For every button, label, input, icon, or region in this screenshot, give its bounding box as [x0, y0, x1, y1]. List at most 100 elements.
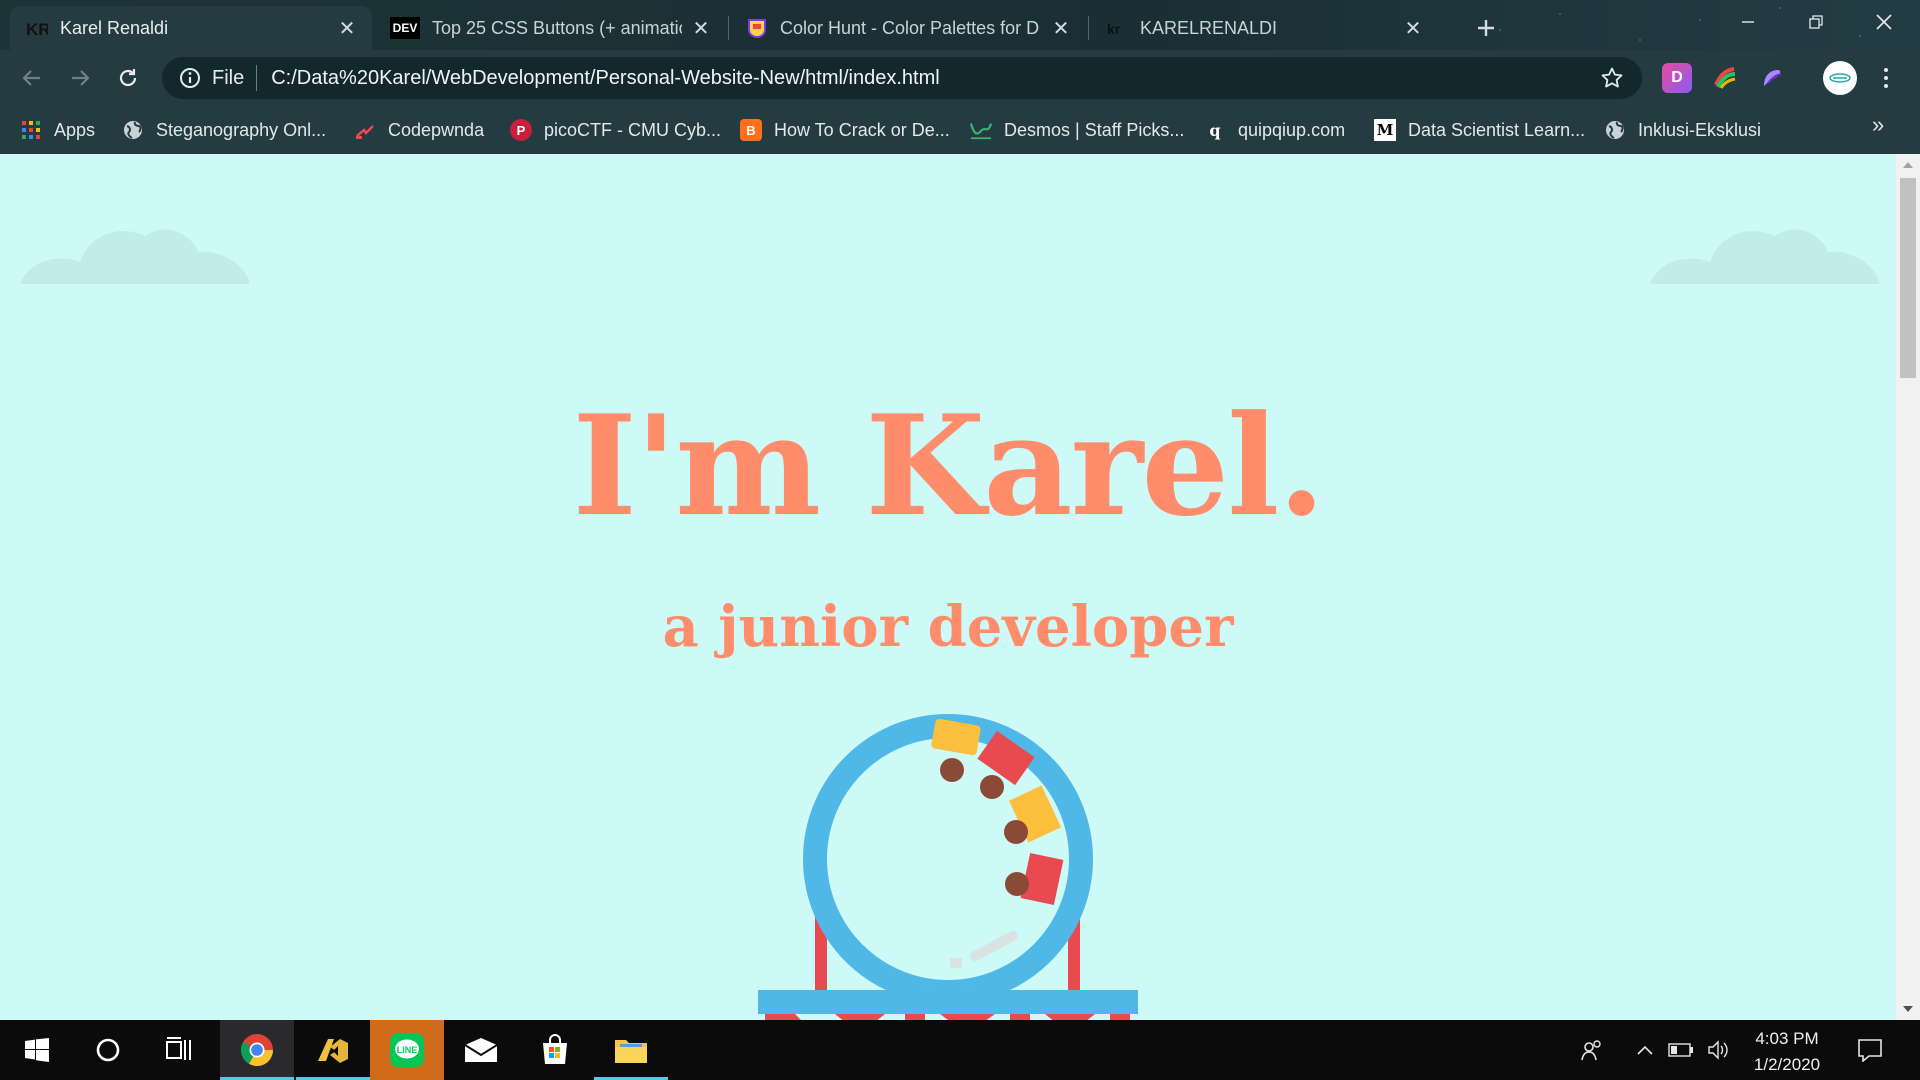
- colorful-extension-icon[interactable]: [1710, 63, 1740, 93]
- task-view-button[interactable]: [142, 1020, 216, 1080]
- picoctf-icon: P: [510, 119, 532, 141]
- tab-separator: [728, 16, 729, 40]
- battery-icon[interactable]: [1664, 1020, 1698, 1080]
- volume-icon[interactable]: [1702, 1020, 1736, 1080]
- bookmark-steganography[interactable]: Steganography Onl...: [122, 114, 326, 146]
- bookmark-label: Steganography Onl...: [156, 119, 327, 140]
- bookmark-label: picoCTF - CMU Cyb...: [544, 119, 722, 140]
- bookmarks-bar: Apps Steganography Onl... Codepwnda P pi…: [0, 106, 1920, 154]
- kr-small-icon: kr: [1106, 17, 1128, 39]
- desmos-icon: [970, 119, 992, 141]
- close-window-button[interactable]: [1850, 0, 1918, 44]
- bookmark-codepwnda[interactable]: Codepwnda: [354, 114, 484, 146]
- coaster-platform: [758, 990, 1138, 1014]
- avatar-icon: [1829, 73, 1851, 83]
- bookmark-inklusi[interactable]: Inklusi-Eksklusi: [1604, 114, 1761, 146]
- minimize-button[interactable]: [1714, 0, 1782, 44]
- coaster-cars: [931, 718, 1064, 906]
- windows-icon: [25, 1038, 49, 1062]
- arrow-left-icon: [22, 70, 40, 86]
- tab-karelrenaldi[interactable]: kr KARELRENALDI ✕: [1090, 6, 1438, 50]
- tab-title: KARELRENALDI: [1140, 17, 1278, 38]
- chevron-up-icon[interactable]: [1630, 1020, 1660, 1080]
- bookmark-label: Desmos | Staff Picks...: [1004, 119, 1185, 140]
- start-button[interactable]: [0, 1020, 74, 1080]
- restore-button[interactable]: [1782, 0, 1850, 44]
- bookmark-apps[interactable]: Apps: [20, 114, 95, 146]
- close-tab-icon[interactable]: ✕: [1050, 17, 1072, 40]
- reload-button[interactable]: [110, 60, 146, 96]
- browser-chrome: KR Karel Renaldi ✕ DEV Top 25 CSS Button…: [0, 0, 1920, 154]
- line-app[interactable]: LINE: [370, 1020, 444, 1080]
- bookmark-label: Data Scientist Learn...: [1408, 119, 1586, 140]
- close-tab-icon[interactable]: ✕: [1402, 17, 1424, 40]
- folder-icon: [615, 1040, 647, 1063]
- clock-time: 4:03 PM: [1755, 1029, 1819, 1048]
- bookmark-quipqiup[interactable]: q quipqiup.com: [1204, 114, 1345, 146]
- tab-title: Color Hunt - Color Palettes for D: [780, 17, 1040, 38]
- bookmarks-overflow-button[interactable]: »: [1872, 112, 1884, 138]
- cloud-left: [20, 229, 250, 284]
- forward-button[interactable]: [62, 60, 98, 96]
- back-button[interactable]: [14, 60, 50, 96]
- bookmark-data-scientist[interactable]: M Data Scientist Learn...: [1374, 114, 1585, 146]
- arrow-right-icon: [72, 70, 90, 86]
- notifications-icon[interactable]: [1848, 1020, 1892, 1080]
- tab-css-buttons[interactable]: DEV Top 25 CSS Buttons (+ animation ✕: [374, 6, 726, 50]
- chrome-icon: [240, 1034, 274, 1067]
- windows-taskbar: LINE 4:03 PM 1/2/2020: [0, 1020, 1920, 1080]
- people-icon[interactable]: [1572, 1020, 1612, 1080]
- page-scrollbar[interactable]: [1896, 154, 1920, 1020]
- file-explorer-app[interactable]: [594, 1020, 668, 1080]
- reload-icon: [119, 69, 137, 87]
- browser-toolbar: File C:/Data%20Karel/WebDevelopment/Pers…: [0, 50, 1920, 106]
- color-hunt-icon: [746, 17, 768, 39]
- chrome-app[interactable]: [220, 1020, 294, 1080]
- scrollbar-thumb[interactable]: [1900, 178, 1916, 378]
- profile-avatar[interactable]: [1823, 61, 1857, 95]
- browser-menu-button[interactable]: [1872, 62, 1900, 94]
- mail-icon: [464, 1038, 498, 1062]
- svg-text:kr: kr: [1107, 21, 1121, 37]
- scroll-up-arrow-icon[interactable]: [1896, 154, 1920, 176]
- dashlane-extension-icon[interactable]: D: [1662, 63, 1692, 93]
- search-button[interactable]: [71, 1020, 145, 1080]
- store-icon: [543, 1034, 567, 1064]
- quipqiup-icon: q: [1209, 120, 1221, 140]
- tab-title: Karel Renaldi: [60, 17, 169, 38]
- apps-grid-icon: [20, 119, 42, 141]
- close-tab-icon[interactable]: ✕: [336, 17, 358, 40]
- tab-title: Top 25 CSS Buttons (+ animation: [432, 17, 682, 38]
- tab-strip: KR Karel Renaldi ✕ DEV Top 25 CSS Button…: [0, 0, 1920, 50]
- tab-karel-renaldi[interactable]: KR Karel Renaldi ✕: [10, 6, 372, 50]
- taskbar-clock[interactable]: 4:03 PM 1/2/2020: [1742, 1026, 1832, 1078]
- roller-coaster-illustration: [758, 714, 1138, 1020]
- svg-text:LINE: LINE: [397, 1045, 418, 1055]
- medium-icon: M: [1374, 119, 1396, 141]
- bookmark-label: quipqiup.com: [1238, 119, 1346, 140]
- clock-date: 1/2/2020: [1753, 1055, 1821, 1074]
- mail-app[interactable]: [444, 1020, 518, 1080]
- hero-subtitle: a junior developer: [662, 594, 1234, 660]
- bookmark-label: Inklusi-Eksklusi: [1638, 119, 1762, 140]
- tab-separator: [1088, 16, 1089, 40]
- url-text[interactable]: C:/Data%20Karel/WebDevelopment/Personal-…: [271, 67, 1596, 90]
- bookmark-desmos[interactable]: Desmos | Staff Picks...: [970, 114, 1184, 146]
- scroll-down-arrow-icon[interactable]: [1896, 998, 1920, 1020]
- close-tab-icon[interactable]: ✕: [690, 17, 712, 40]
- scheme-label: File: [212, 66, 245, 89]
- new-tab-button[interactable]: [1468, 10, 1504, 46]
- tab-color-hunt[interactable]: Color Hunt - Color Palettes for D ✕: [730, 6, 1086, 50]
- kr-logo-icon: KR: [26, 17, 48, 39]
- bookmark-how-to-crack[interactable]: B How To Crack or De...: [740, 114, 950, 146]
- store-app[interactable]: [518, 1020, 592, 1080]
- info-icon[interactable]: [178, 66, 202, 90]
- bookmark-star-icon[interactable]: [1596, 62, 1628, 94]
- address-bar[interactable]: File C:/Data%20Karel/WebDevelopment/Pers…: [162, 57, 1642, 99]
- bookmark-picoctf[interactable]: P picoCTF - CMU Cyb...: [510, 114, 721, 146]
- task-view-icon: [166, 1037, 191, 1060]
- visual-studio-app[interactable]: [296, 1020, 370, 1080]
- hero-title: I'm Karel.: [572, 384, 1325, 547]
- purple-extension-icon[interactable]: [1757, 63, 1787, 93]
- cloud-right: [1650, 229, 1880, 284]
